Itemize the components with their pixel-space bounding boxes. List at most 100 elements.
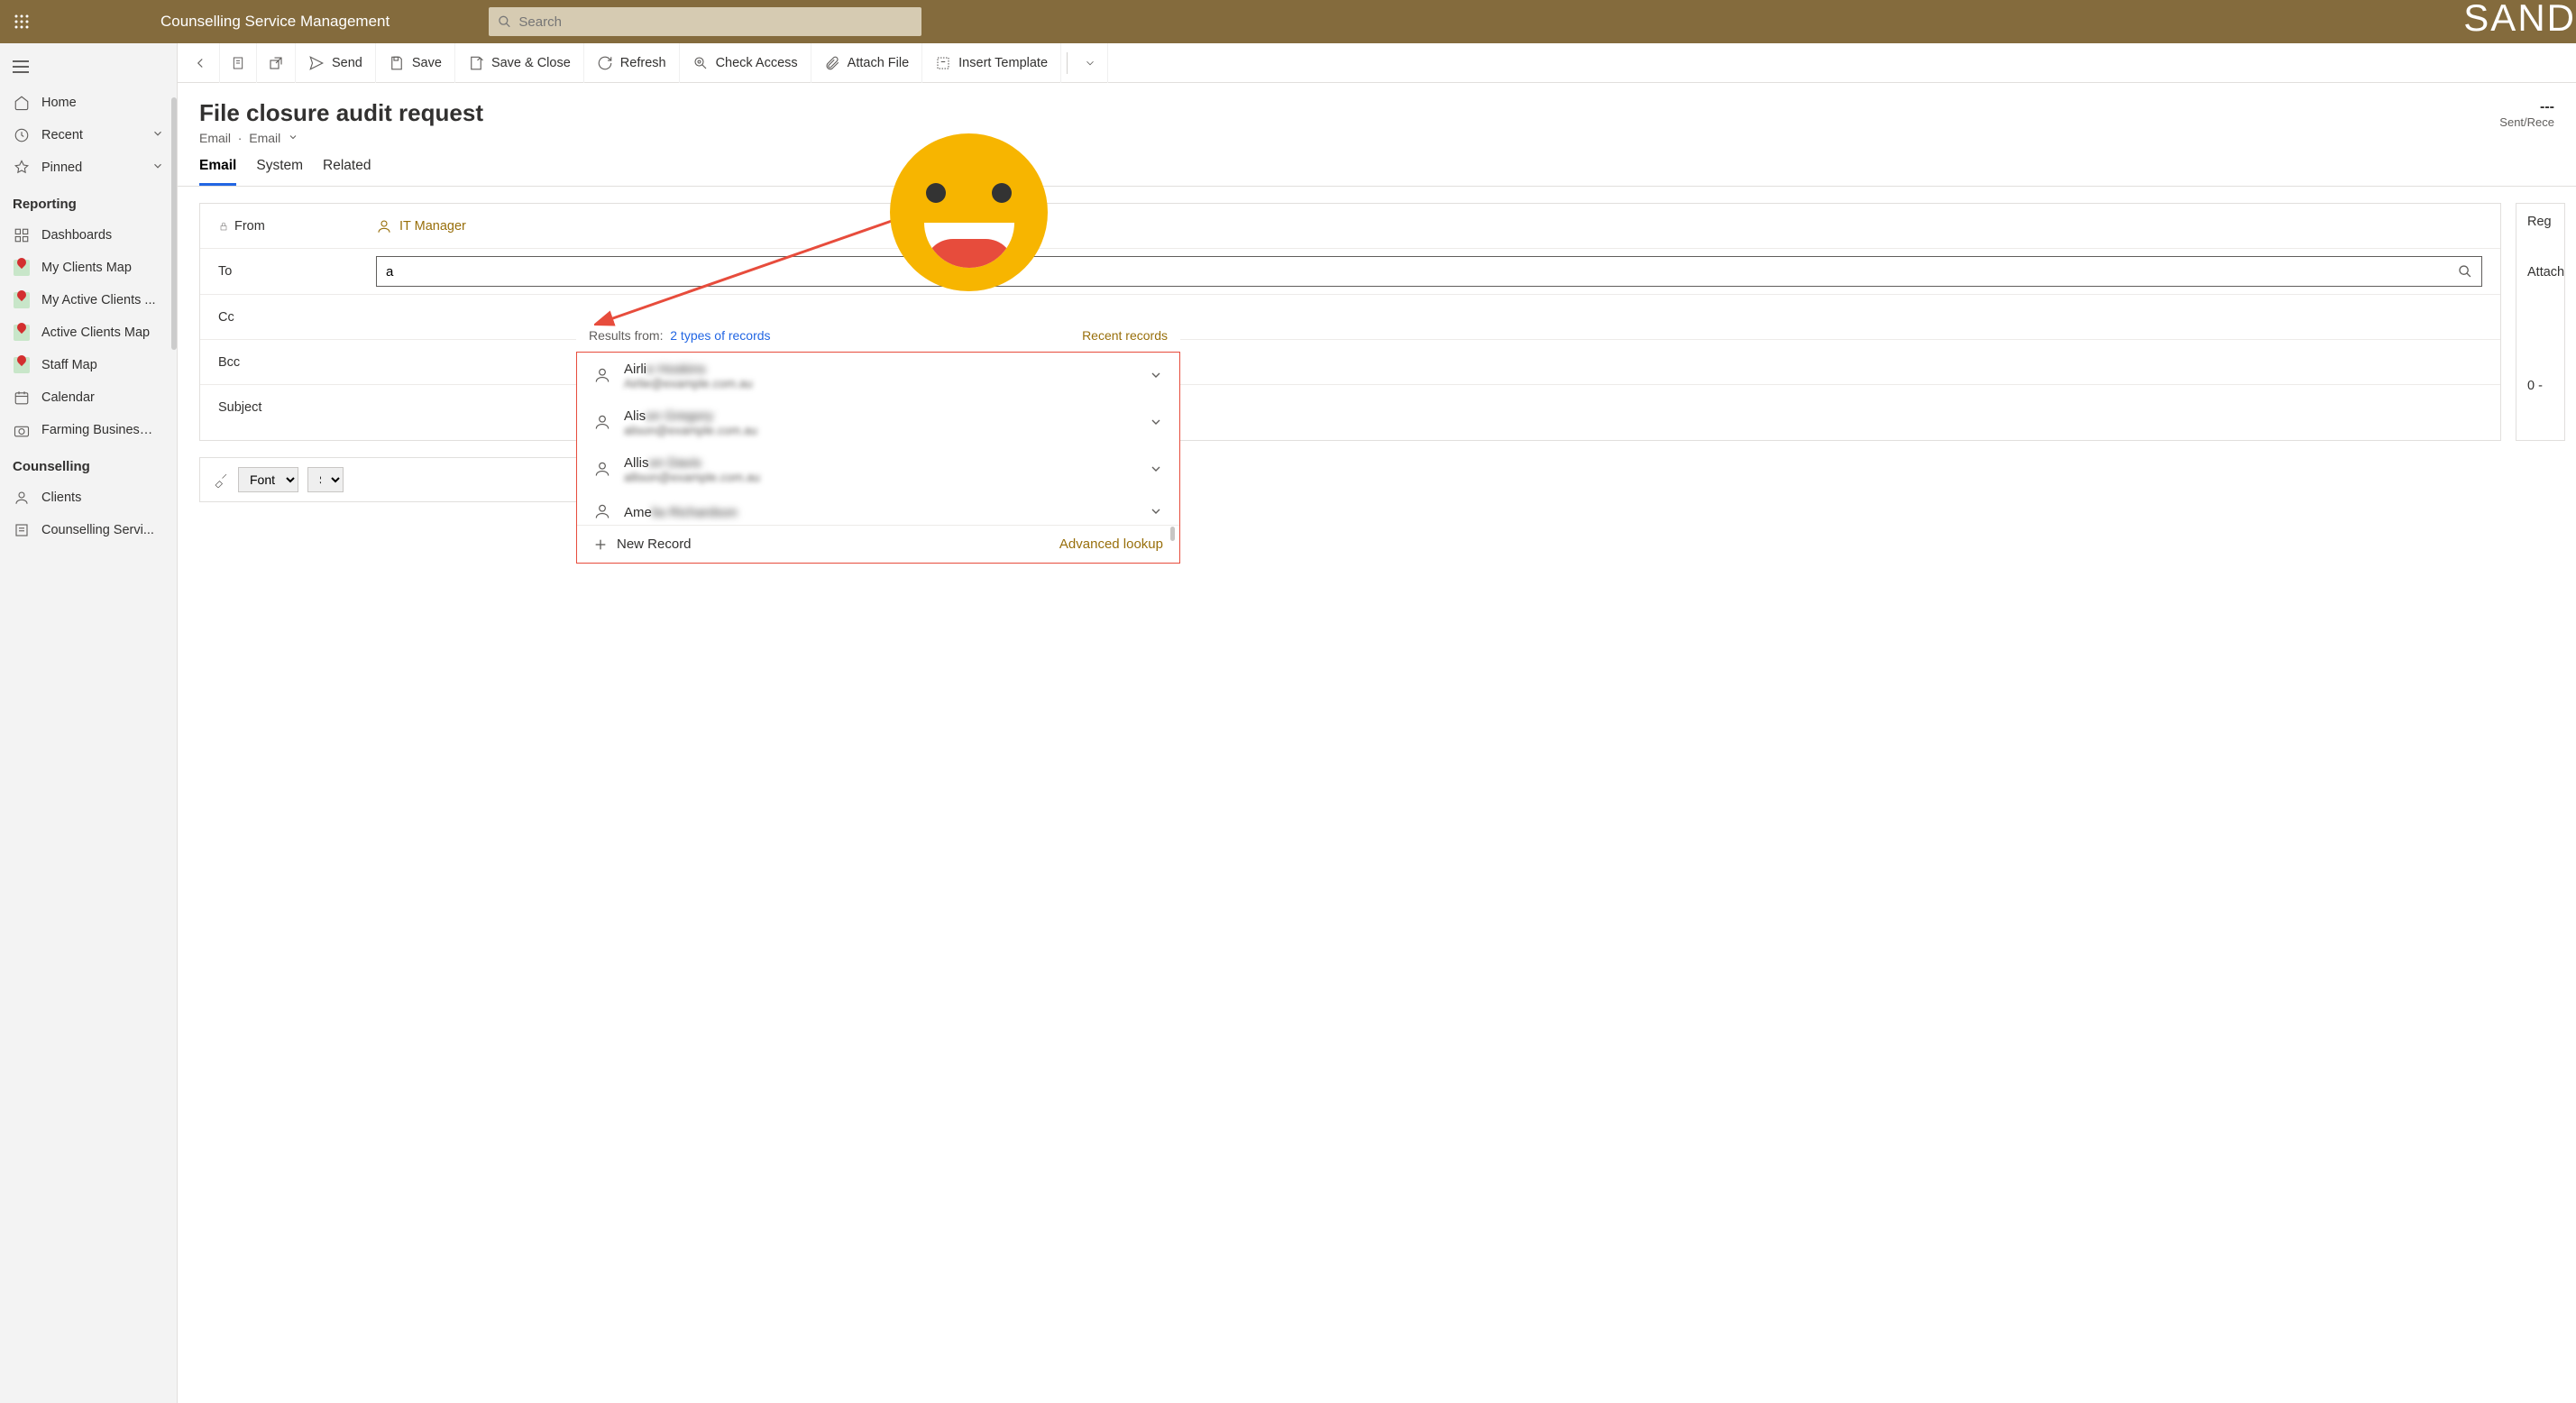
back-button[interactable] xyxy=(181,43,220,83)
command-bar: Send Save Save & Close Refresh Check Acc… xyxy=(178,43,2576,83)
environment-badge: SAND xyxy=(2463,0,2576,40)
list-icon xyxy=(13,521,31,539)
new-record-button[interactable]: New Record xyxy=(593,536,692,552)
brush-icon[interactable] xyxy=(213,472,229,488)
recent-records-link[interactable]: Recent records xyxy=(1082,328,1168,343)
chevron-down-icon[interactable] xyxy=(1149,415,1163,432)
bcc-field-row[interactable]: Bcc xyxy=(200,340,2500,385)
map-icon xyxy=(13,259,31,277)
lookup-result-item[interactable]: Amelia Richardson xyxy=(577,493,1179,525)
advanced-lookup-link[interactable]: Advanced lookup xyxy=(1059,536,1163,552)
tab-related[interactable]: Related xyxy=(323,158,371,186)
app-title: Counselling Service Management xyxy=(160,13,390,31)
subject-field-row[interactable]: Subject xyxy=(200,385,2500,430)
sidebar: Home Recent Pinned Reporting Dashboards … xyxy=(0,43,178,1403)
from-person-chip[interactable]: IT Manager xyxy=(376,218,466,234)
person-icon xyxy=(593,366,611,387)
form-tabs: Email System Related xyxy=(178,145,2576,187)
to-input[interactable] xyxy=(386,264,2458,280)
person-icon xyxy=(13,489,31,507)
annotation-emoji xyxy=(890,133,1048,291)
sidebar-item-my-active-clients[interactable]: My Active Clients ... xyxy=(0,284,177,316)
attach-file-button[interactable]: Attach File xyxy=(811,43,923,83)
sidebar-item-dashboards[interactable]: Dashboards xyxy=(0,219,177,252)
lookup-records-link[interactable]: 2 types of records xyxy=(670,328,770,343)
check-access-button[interactable]: Check Access xyxy=(680,43,811,83)
sidebar-item-active-clients-map[interactable]: Active Clients Map xyxy=(0,316,177,349)
chevron-down-icon[interactable] xyxy=(1149,504,1163,521)
lookup-scrollbar[interactable] xyxy=(1170,527,1175,541)
person-icon xyxy=(593,413,611,434)
sidebar-item-my-clients-map[interactable]: My Clients Map xyxy=(0,252,177,284)
divider xyxy=(1067,52,1068,74)
to-lookup-input[interactable] xyxy=(376,256,2482,287)
email-form: From IT Manager To xyxy=(199,203,2501,441)
dashboard-icon xyxy=(13,226,31,244)
font-select[interactable]: Font xyxy=(238,467,298,492)
status-value: --- xyxy=(2499,99,2554,115)
chevron-down-icon[interactable] xyxy=(1149,368,1163,385)
chevron-down-icon xyxy=(151,160,164,176)
map-icon xyxy=(13,324,31,342)
from-field-row: From IT Manager xyxy=(200,204,2500,249)
content-area: Send Save Save & Close Refresh Check Acc… xyxy=(178,43,2576,1403)
page-title: File closure audit request xyxy=(199,99,483,127)
open-record-button[interactable] xyxy=(220,43,257,83)
lookup-results-list: Airlie HoskinsAirlie@example.com.au Alis… xyxy=(576,352,1180,564)
search-icon[interactable] xyxy=(2458,264,2472,279)
entity-breadcrumb[interactable]: Email · Email xyxy=(199,131,483,145)
side-panel: Reg Attachm 0 - xyxy=(2516,203,2565,441)
lookup-results-from: Results from: 2 types of records xyxy=(589,328,771,343)
lookup-panel: Results from: 2 types of records Recent … xyxy=(576,319,1180,564)
lookup-result-item[interactable]: Allison Davisallison@example.com.au xyxy=(577,446,1179,493)
global-search-input[interactable] xyxy=(518,14,912,30)
lookup-result-item[interactable]: Alison Gregoryalison@example.com.au xyxy=(577,399,1179,446)
sidebar-item-staff-map[interactable]: Staff Map xyxy=(0,349,177,381)
global-search[interactable] xyxy=(489,7,921,36)
save-close-button[interactable]: Save & Close xyxy=(455,43,584,83)
sidebar-item-pinned[interactable]: Pinned xyxy=(0,151,177,184)
clock-icon xyxy=(13,126,31,144)
popout-button[interactable] xyxy=(257,43,296,83)
refresh-button[interactable]: Refresh xyxy=(584,43,680,83)
home-icon xyxy=(13,94,31,112)
side-regarding: Reg xyxy=(2527,215,2553,229)
search-icon xyxy=(498,14,511,29)
sidebar-section-counselling: Counselling xyxy=(0,446,177,481)
insert-template-button[interactable]: Insert Template xyxy=(922,43,1061,83)
person-icon xyxy=(593,502,611,523)
chevron-down-icon[interactable] xyxy=(1149,462,1163,479)
app-launcher-icon[interactable] xyxy=(0,0,43,43)
sidebar-item-home[interactable]: Home xyxy=(0,87,177,119)
pin-icon xyxy=(13,159,31,177)
tab-email[interactable]: Email xyxy=(199,158,236,186)
calendar-icon xyxy=(13,389,31,407)
top-bar: Counselling Service Management SAND xyxy=(0,0,2576,43)
save-button[interactable]: Save xyxy=(376,43,455,83)
person-icon xyxy=(376,218,392,234)
side-count: 0 - xyxy=(2527,379,2553,393)
sidebar-item-calendar[interactable]: Calendar xyxy=(0,381,177,414)
cc-field-row[interactable]: Cc xyxy=(200,295,2500,340)
side-attachments: Attachm xyxy=(2527,265,2553,280)
page-header: File closure audit request Email · Email… xyxy=(178,83,2576,145)
sidebar-section-reporting: Reporting xyxy=(0,184,177,219)
map-icon xyxy=(13,291,31,309)
send-button[interactable]: Send xyxy=(296,43,376,83)
lock-icon xyxy=(218,220,229,233)
tab-system[interactable]: System xyxy=(256,158,303,186)
sidebar-item-counselling-services[interactable]: Counselling Servi... xyxy=(0,514,177,546)
sidebar-item-clients[interactable]: Clients xyxy=(0,481,177,514)
to-field-row: To xyxy=(200,249,2500,295)
camera-icon xyxy=(13,421,31,439)
overflow-button[interactable] xyxy=(1073,43,1108,83)
map-icon xyxy=(13,356,31,374)
plus-icon xyxy=(593,537,608,552)
sidebar-scrollbar[interactable] xyxy=(171,97,177,350)
lookup-result-item[interactable]: Airlie HoskinsAirlie@example.com.au xyxy=(577,353,1179,399)
sidebar-toggle[interactable] xyxy=(0,47,177,87)
person-icon xyxy=(593,460,611,481)
sidebar-item-farming-business[interactable]: Farming Business ... xyxy=(0,414,177,446)
size-select[interactable]: Si xyxy=(307,467,344,492)
sidebar-item-recent[interactable]: Recent xyxy=(0,119,177,151)
